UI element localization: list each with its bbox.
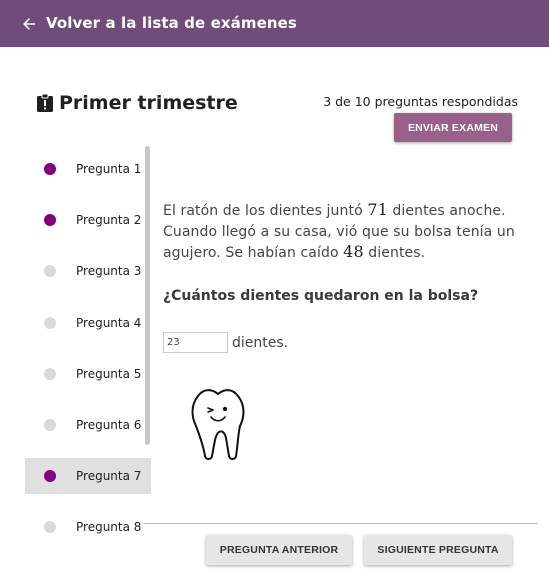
app-bar: Volver a la lista de exámenes — [0, 0, 549, 47]
answered-status-dot — [44, 214, 56, 227]
next-question-button[interactable]: SIGUIENTE PREGUNTA — [364, 535, 512, 565]
answer-input[interactable] — [163, 332, 228, 353]
question-list-item-label: Pregunta 2 — [76, 213, 142, 228]
question-list-item-label: Pregunta 8 — [76, 520, 142, 535]
unanswered-status-dot — [44, 419, 56, 431]
question-list-item[interactable]: Pregunta 1 — [25, 151, 151, 187]
unanswered-status-dot — [44, 367, 56, 380]
question-list-item-label: Pregunta 4 — [76, 315, 142, 330]
question-list-item[interactable]: Pregunta 2 — [25, 202, 151, 238]
problem-number-2: 48 — [343, 242, 364, 261]
question-list-item-label: Pregunta 6 — [76, 418, 142, 432]
answered-progress-text: 3 de 10 preguntas respondidas — [323, 94, 518, 109]
previous-question-button[interactable]: PREGUNTA ANTERIOR — [206, 535, 352, 565]
question-list-item[interactable]: Pregunta 7 — [25, 458, 151, 495]
question-list-item-label: Pregunta 5 — [76, 366, 142, 381]
footer-divider — [144, 523, 538, 524]
unanswered-status-dot — [44, 265, 56, 278]
problem-statement: El ratón de los dientes juntó 71 dientes… — [163, 200, 523, 264]
answered-status-dot — [44, 163, 56, 175]
exam-title: Primer trimestre — [59, 92, 238, 114]
question-list-item[interactable]: Pregunta 6 — [25, 407, 151, 443]
question-list-item[interactable]: Pregunta 3 — [25, 253, 151, 289]
question-list-item[interactable]: Pregunta 8 — [25, 509, 151, 544]
question-list-item-label: Pregunta 1 — [76, 162, 142, 176]
question-list-item[interactable]: Pregunta 4 — [25, 305, 151, 341]
question-list-item[interactable]: Pregunta 5 — [25, 356, 151, 392]
question-text: ¿Cuántos dientes quedaron en la bolsa? — [163, 288, 479, 304]
tooth-icon — [191, 389, 245, 460]
question-list: Pregunta 1 Pregunta 2 Pregunta 3 Pregunta 4… — [25, 144, 151, 544]
question-list-scrollbar[interactable] — [145, 146, 150, 445]
problem-number-1: 71 — [367, 200, 388, 219]
answered-status-dot — [44, 470, 56, 483]
question-list-item-label: Pregunta 3 — [76, 264, 142, 279]
back-to-exam-list-link[interactable]: Volver a la lista de exámenes — [46, 14, 297, 32]
clipboard-alert-icon — [37, 94, 53, 112]
question-list-item-label: Pregunta 7 — [76, 469, 142, 484]
answer-row: dientes. — [163, 332, 288, 353]
arrow-left-icon[interactable] — [20, 15, 38, 33]
unanswered-status-dot — [44, 521, 56, 534]
problem-text: El ratón de los dientes juntó 71 dientes… — [163, 200, 515, 261]
answer-unit: dientes. — [232, 334, 289, 351]
unanswered-status-dot — [44, 316, 56, 329]
submit-exam-button[interactable]: ENVIAR EXAMEN — [394, 113, 512, 142]
exam-header: Primer trimestre — [37, 92, 238, 114]
